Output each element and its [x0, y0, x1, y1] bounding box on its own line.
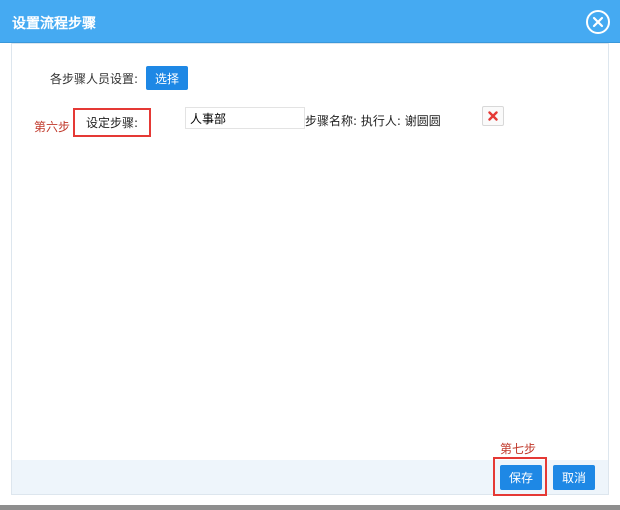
step-six-annotation: 第六步 — [34, 120, 71, 134]
close-circle-icon — [592, 16, 604, 28]
step-name-info: 步骤名称: 执行人: 谢圆圆 — [305, 114, 441, 128]
dialog-titlebar: 设置流程步骤 — [0, 0, 620, 43]
window-bottom-edge — [0, 505, 620, 510]
close-button[interactable] — [586, 10, 610, 34]
set-step-label: 设定步骤: — [86, 116, 139, 130]
department-input[interactable] — [185, 107, 305, 129]
save-button[interactable]: 保存 — [500, 465, 542, 490]
dialog-title: 设置流程步骤 — [12, 16, 96, 32]
delete-x-icon — [488, 111, 498, 121]
set-process-steps-dialog: 设置流程步骤 各步骤人员设置: 选择 第六步 设定步骤: 步骤名称: 执行人: … — [0, 0, 620, 510]
select-button[interactable]: 选择 — [146, 66, 188, 90]
cancel-button[interactable]: 取消 — [553, 465, 595, 490]
members-setting-label: 各步骤人员设置: — [50, 72, 139, 86]
delete-step-button[interactable] — [482, 106, 504, 126]
step-seven-annotation: 第七步 — [500, 442, 537, 456]
